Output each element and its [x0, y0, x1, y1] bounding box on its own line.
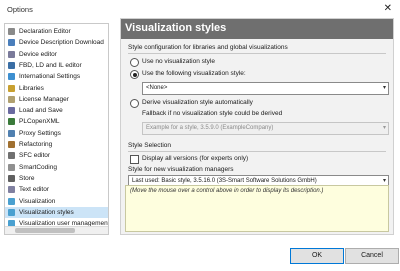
sidebar-item-label: Visualization — [19, 197, 56, 205]
options-panel: Visualization styles Style configuration… — [120, 18, 394, 235]
visualization-styles-icon — [8, 208, 15, 216]
sidebar-item-label: Refactoring — [19, 141, 53, 148]
sidebar-item[interactable]: Visualization — [5, 196, 108, 207]
sidebar-item[interactable]: Declaration Editor — [5, 26, 108, 37]
sidebar-item-label: Libraries — [19, 84, 44, 92]
refactoring-icon — [8, 141, 15, 148]
sidebar-item-label: Declaration Editor — [19, 28, 71, 35]
sidebar-item[interactable]: Device Description Download — [5, 37, 108, 48]
fallback-style-dropdown[interactable]: Example for a style, 3.5.9.0 (ExampleCom… — [142, 122, 389, 135]
radio-no-style[interactable] — [130, 58, 139, 67]
ok-button-label: OK — [311, 251, 323, 259]
library-icon — [8, 84, 15, 92]
divider — [128, 151, 386, 152]
sidebar-item[interactable]: Device editor — [5, 49, 108, 60]
sidebar-item-label: FBD, LD and IL editor — [19, 61, 82, 69]
device-icon — [8, 50, 15, 58]
proxy-icon — [8, 129, 15, 137]
managers-group-title: Style for new visualization managers — [128, 166, 234, 173]
description-hint: (Move the mouse over a control above in … — [130, 188, 324, 194]
fbd-icon — [8, 61, 15, 69]
sidebar-item-label: PLCopenXML — [19, 118, 60, 126]
radio-no-style-label[interactable]: Use no visualization style — [142, 58, 215, 65]
options-category-tree[interactable]: Visualization user management Visualizati… — [4, 23, 109, 235]
sidebar-item[interactable]: Proxy Settings — [5, 128, 108, 139]
sidebar-item-label: Proxy Settings — [19, 129, 61, 137]
sidebar-item[interactable]: SmartCoding — [5, 162, 108, 173]
sidebar-item[interactable]: SFC editor — [5, 150, 108, 161]
sidebar-item-label: Text editor — [19, 186, 49, 194]
cancel-button[interactable]: Cancel — [345, 248, 399, 264]
sidebar-item-label: Device editor — [19, 50, 57, 58]
style-config-group-title: Style configuration for libraries and gl… — [128, 44, 288, 51]
smartcoding-icon — [8, 163, 15, 171]
visualization-icon — [8, 197, 15, 205]
radio-following-style-label[interactable]: Use the following visualization style: — [142, 70, 246, 77]
chevron-down-icon: ▾ — [382, 85, 386, 91]
sidebar-item[interactable]: Text editor — [5, 184, 108, 195]
license-icon — [8, 95, 15, 103]
managers-style-value: Last used: Basic style, 3.5.16.0 (3S-Sma… — [132, 177, 317, 184]
sidebar-item[interactable]: Load and Save — [5, 105, 108, 116]
sidebar-item[interactable]: International Settings — [5, 71, 108, 82]
cancel-button-label: Cancel — [361, 251, 383, 259]
declaration-editor-icon — [8, 28, 15, 35]
page-title: Visualization styles — [125, 22, 227, 34]
sidebar-item[interactable]: Refactoring — [5, 139, 108, 150]
description-box: (Move the mouse over a control above in … — [125, 185, 389, 232]
ok-button[interactable]: OK — [290, 248, 344, 264]
sidebar-item[interactable]: FBD, LD and IL editor — [5, 60, 108, 71]
store-icon — [8, 174, 15, 182]
panel-header: Visualization styles — [121, 19, 393, 39]
radio-derive-style-label[interactable]: Derive visualization style automatically — [142, 99, 253, 106]
text-editor-icon — [8, 186, 15, 194]
globe-icon — [8, 73, 15, 81]
save-icon — [8, 107, 15, 115]
following-style-dropdown[interactable]: <None> ▾ — [142, 82, 389, 95]
close-icon[interactable]: ✕ — [384, 3, 392, 14]
sidebar-item-label: License Manager — [19, 95, 69, 103]
chevron-down-icon: ▾ — [382, 178, 386, 184]
sidebar-item[interactable]: Libraries — [5, 83, 108, 94]
sidebar-item[interactable]: Store — [5, 173, 108, 184]
window-title: Options — [7, 5, 33, 14]
sidebar-item-label: Visualization styles — [19, 208, 74, 216]
sfc-icon — [8, 152, 15, 160]
radio-derive-style[interactable] — [130, 99, 139, 108]
sidebar-item-label: Device Description Download — [19, 39, 104, 47]
display-all-versions-label[interactable]: Display all versions (for experts only) — [142, 155, 248, 162]
sidebar-item[interactable]: Visualization styles — [5, 206, 108, 218]
xml-icon — [8, 118, 15, 126]
horizontal-scrollbar[interactable] — [5, 226, 108, 234]
divider — [128, 53, 386, 54]
scrollbar-thumb[interactable] — [15, 228, 75, 233]
display-all-versions-checkbox[interactable] — [130, 155, 139, 164]
sidebar-item-label: SmartCoding — [19, 163, 57, 171]
radio-following-style[interactable] — [130, 70, 139, 79]
style-selection-group-title: Style Selection — [128, 142, 171, 149]
sidebar-item[interactable]: PLCopenXML — [5, 116, 108, 127]
download-icon — [8, 39, 15, 47]
sidebar-item-label: Load and Save — [19, 107, 63, 115]
fallback-style-value: Example for a style, 3.5.9.0 (ExampleCom… — [146, 124, 274, 131]
sidebar-item[interactable]: License Manager — [5, 94, 108, 105]
sidebar-item-label: Store — [19, 174, 35, 182]
fallback-label: Fallback if no visualization style could… — [142, 110, 283, 117]
chevron-down-icon: ▾ — [382, 125, 386, 131]
following-style-value: <None> — [146, 84, 168, 91]
sidebar-item-label: International Settings — [19, 73, 81, 81]
sidebar-item-label: SFC editor — [19, 152, 51, 160]
